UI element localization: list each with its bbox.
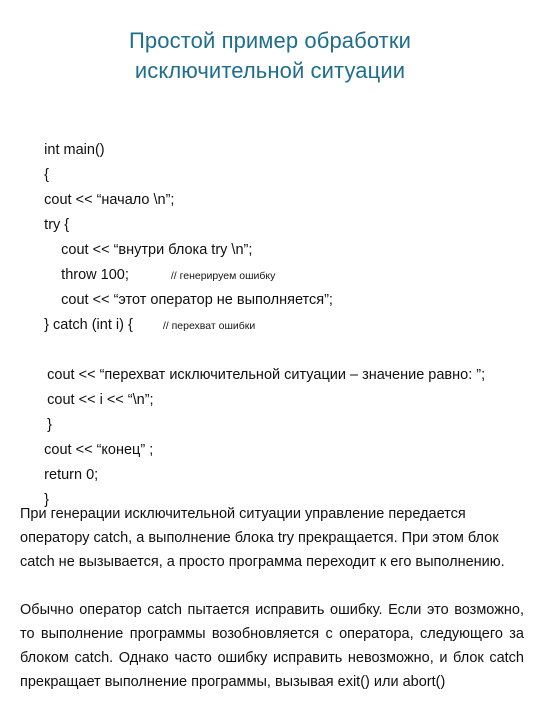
code-line: cout << “конец” ; (0, 413, 540, 458)
slide-canvas: Простой пример обработки исключительной … (0, 0, 540, 720)
code-line: cout << “перехват исключительной ситуаци… (0, 338, 540, 383)
code-line: int main() (0, 113, 540, 158)
code-line: cout << i << “\n”; (0, 363, 540, 408)
code-listing: int main() { cout << “начало \n”; try { … (0, 113, 540, 508)
code-line: } (0, 463, 540, 508)
page-title: Простой пример обработки исключительной … (0, 26, 540, 86)
code-line: cout << “этот оператор не выполняется”; (0, 263, 540, 308)
page-title-line-1: Простой пример обработки (129, 28, 411, 53)
code-line: throw 100;// генерируем ошибку (0, 238, 540, 283)
explanation-paragraph-2: Обычно оператор catch пытается исправить… (20, 601, 524, 690)
code-line: cout << “внутри блока try \n”; (0, 213, 540, 258)
page-title-line-2: исключительной ситуации (134, 58, 406, 83)
code-line: { (0, 138, 540, 183)
code-line: return 0; (0, 438, 540, 483)
explanation-paragraph-1: При генерации исключительной ситуации уп… (20, 505, 505, 570)
code-line: } catch (int i) {// перехват ошибки (0, 288, 540, 333)
code-line: cout << “начало \n”; (0, 163, 540, 208)
code-line: try { (0, 188, 540, 233)
code-line: } (0, 388, 540, 433)
